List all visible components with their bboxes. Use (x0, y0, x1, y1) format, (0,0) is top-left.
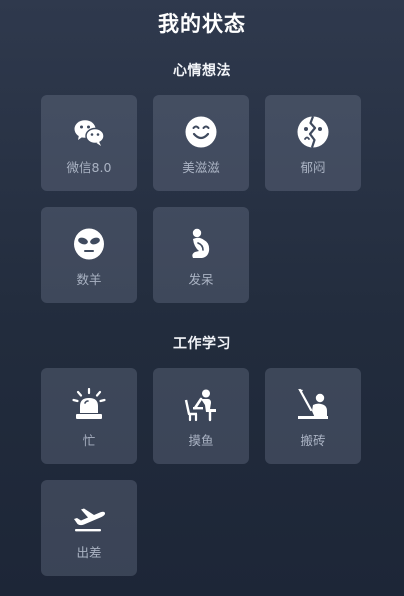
status-tile-slacking[interactable]: 摸鱼 (153, 368, 249, 464)
status-label: 郁闷 (300, 160, 326, 175)
crouching-person-icon (184, 227, 218, 261)
status-tile-daze[interactable]: 发呆 (153, 207, 249, 303)
section-title-work: 工作学习 (173, 336, 231, 352)
work-status-grid: 忙 摸鱼 搬砖 出差 (41, 368, 365, 576)
page-title: 我的状态 (158, 12, 246, 36)
smile-face-icon (184, 115, 218, 149)
section-title-mood: 心情想法 (173, 63, 231, 79)
status-label: 美滋滋 (182, 160, 220, 175)
airplane-icon (72, 500, 106, 534)
status-label: 摸鱼 (188, 433, 214, 448)
status-label: 数羊 (76, 272, 102, 287)
alarm-light-icon (72, 388, 106, 422)
status-tile-gloomy[interactable]: 郁闷 (265, 95, 361, 191)
wechat-icon (72, 115, 106, 149)
status-tile-happy[interactable]: 美滋滋 (153, 95, 249, 191)
status-label: 微信8.0 (66, 160, 112, 175)
status-tile-wechat[interactable]: 微信8.0 (41, 95, 137, 191)
sitting-person-icon (184, 388, 218, 422)
status-tile-business-trip[interactable]: 出差 (41, 480, 137, 576)
status-label: 出差 (76, 545, 102, 560)
mood-status-grid: 微信8.0 美滋滋 郁闷 数羊 发呆 (41, 95, 365, 303)
status-label: 搬砖 (300, 433, 326, 448)
status-tile-busy[interactable]: 忙 (41, 368, 137, 464)
status-label: 发呆 (188, 272, 214, 287)
status-label: 忙 (82, 433, 96, 448)
shovel-worker-icon (296, 388, 330, 422)
cracked-face-icon (296, 115, 330, 149)
status-tile-grinding[interactable]: 搬砖 (265, 368, 361, 464)
alien-face-icon (72, 227, 106, 261)
status-tile-counting-sheep[interactable]: 数羊 (41, 207, 137, 303)
